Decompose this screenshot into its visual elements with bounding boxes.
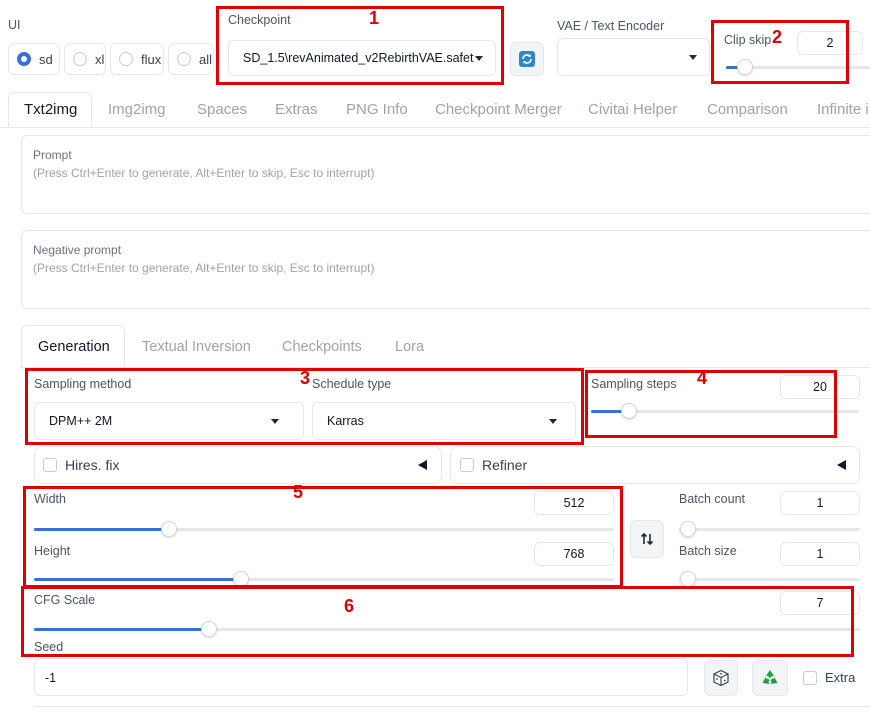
vae-label: VAE / Text Encoder — [557, 19, 665, 33]
subtab-checkpoints[interactable]: Checkpoints — [282, 339, 362, 355]
radio-dot — [119, 52, 133, 66]
tabs-divider — [0, 127, 870, 128]
ui-radio-xl-label: xl — [95, 51, 105, 67]
ui-radio-flux-label: flux — [141, 51, 162, 67]
annotation-number-3: 3 — [300, 368, 311, 388]
radio-dot — [73, 52, 87, 66]
prompt-textarea[interactable]: Prompt (Press Ctrl+Enter to generate, Al… — [21, 135, 870, 214]
prompt-label: Prompt — [33, 148, 72, 162]
batch-count-input[interactable]: 1 — [780, 491, 860, 515]
recycle-icon — [762, 670, 778, 684]
batch-size-input[interactable]: 1 — [780, 542, 860, 566]
refiner-accordion[interactable]: Refiner — [450, 446, 860, 484]
swap-dimensions-button[interactable] — [630, 520, 664, 558]
tab-png-info[interactable]: PNG Info — [346, 101, 408, 118]
annotation-number-6: 6 — [344, 596, 355, 616]
batch-size-slider-thumb[interactable] — [680, 571, 696, 587]
seed-input[interactable]: -1 — [34, 658, 688, 696]
annotation-box-4 — [585, 370, 837, 438]
refresh-checkpoint-button[interactable] — [510, 42, 544, 76]
negative-prompt-placeholder: (Press Ctrl+Enter to generate, Alt+Enter… — [33, 261, 375, 275]
tab-img2img[interactable]: Img2img — [108, 101, 166, 118]
negative-prompt-textarea[interactable]: Negative prompt (Press Ctrl+Enter to gen… — [21, 230, 870, 309]
ui-radio-all-label: all — [199, 51, 213, 67]
hires-fix-label: Hires. fix — [65, 457, 120, 473]
tab-txt2img[interactable]: Txt2img — [24, 101, 77, 118]
negative-prompt-label: Negative prompt — [33, 243, 122, 257]
tab-infinite[interactable]: Infinite i — [817, 101, 869, 118]
hires-fix-checkbox[interactable] — [43, 458, 57, 472]
vae-dropdown[interactable] — [557, 38, 710, 76]
subtab-lora[interactable]: Lora — [395, 339, 424, 355]
ui-radio-xl[interactable]: xl — [64, 43, 106, 75]
refiner-label: Refiner — [482, 457, 528, 473]
annotation-number-2: 2 — [772, 27, 783, 47]
annotation-number-5: 5 — [293, 482, 304, 502]
tab-civitai-helper[interactable]: Civitai Helper — [588, 101, 677, 118]
ui-radio-flux[interactable]: flux — [110, 43, 164, 75]
batch-count-slider-thumb[interactable] — [680, 521, 696, 537]
dice-icon — [713, 669, 729, 687]
refresh-icon — [519, 51, 535, 67]
prompt-placeholder: (Press Ctrl+Enter to generate, Alt+Enter… — [33, 166, 375, 180]
hires-fix-accordion[interactable]: Hires. fix — [34, 446, 442, 484]
radio-dot — [17, 52, 31, 66]
batch-count-label: Batch count — [679, 492, 746, 506]
reuse-seed-button[interactable] — [752, 660, 788, 696]
batch-size-slider-track[interactable] — [679, 578, 860, 581]
annotation-number-1: 1 — [369, 8, 380, 28]
annotation-box-5 — [23, 486, 623, 588]
random-seed-button[interactable] — [704, 660, 738, 696]
refiner-checkbox[interactable] — [460, 458, 474, 472]
ui-selector-label: UI — [8, 18, 21, 32]
swap-vertical-arrows-icon — [640, 532, 654, 546]
collapse-arrow-icon[interactable] — [418, 460, 427, 470]
ui-radio-sd[interactable]: sd — [8, 43, 60, 75]
annotation-box-1 — [216, 6, 504, 85]
annotation-number-4: 4 — [697, 368, 708, 388]
extra-label: Extra — [825, 670, 856, 685]
tab-comparison[interactable]: Comparison — [707, 101, 788, 118]
batch-count-slider-track[interactable] — [679, 528, 860, 531]
collapse-arrow-icon[interactable] — [837, 460, 846, 470]
radio-dot — [177, 52, 191, 66]
extra-checkbox[interactable] — [803, 671, 817, 685]
batch-size-label: Batch size — [679, 544, 737, 558]
annotation-box-6 — [21, 586, 854, 657]
tab-extras[interactable]: Extras — [275, 101, 318, 118]
ui-radio-all[interactable]: all — [168, 43, 214, 75]
subtab-generation[interactable]: Generation — [38, 339, 110, 355]
bottom-divider — [34, 706, 870, 711]
ui-radio-sd-label: sd — [39, 51, 53, 67]
subtab-textual-inversion[interactable]: Textual Inversion — [142, 339, 251, 355]
chevron-down-icon — [689, 55, 697, 60]
tab-checkpoint-merger[interactable]: Checkpoint Merger — [435, 101, 562, 118]
tab-spaces[interactable]: Spaces — [197, 101, 247, 118]
